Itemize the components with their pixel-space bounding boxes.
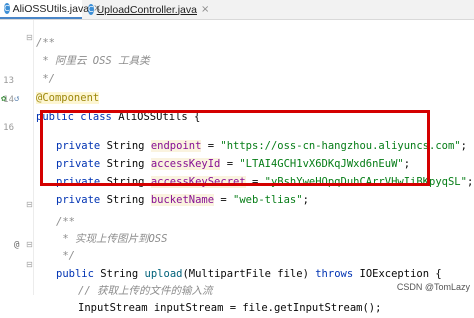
gutter-divider	[33, 20, 34, 295]
fold-marker-icon[interactable]: ⊟	[26, 33, 33, 42]
override-annotation-icon[interactable]: @	[14, 240, 19, 250]
code-line: InputStream inputStream = file.getInputS…	[78, 302, 382, 314]
fold-marker-icon[interactable]: ⊟	[26, 240, 33, 249]
close-icon[interactable]: ×	[201, 4, 209, 15]
fold-marker-icon[interactable]: ⊟	[26, 260, 33, 269]
java-class-icon: C	[88, 4, 94, 15]
tab-label: UploadController.java	[96, 3, 197, 16]
code-line-bucketname: private String bucketName = "web-tlias";	[56, 194, 309, 206]
line-number: 16	[3, 123, 14, 133]
code-line: * 阿里云 OSS 工具类	[36, 55, 150, 67]
line-number: 13	[3, 76, 14, 86]
editor-tab-bar: C AliOSSUtils.java × C UploadController.…	[0, 0, 474, 20]
navigate-icon[interactable]: ↺	[14, 94, 19, 104]
code-line: */	[36, 73, 55, 85]
tab-aliossutils[interactable]: C AliOSSUtils.java ×	[0, 0, 101, 19]
line-gutter: 13 14 16	[0, 20, 34, 295]
tab-label: AliOSSUtils.java	[12, 2, 90, 15]
fold-marker-icon[interactable]: ⊟	[26, 200, 33, 209]
java-class-icon: C	[4, 3, 10, 14]
code-line: @Component	[36, 92, 100, 104]
code-line: */	[56, 250, 75, 262]
spring-bean-icon[interactable]: ✿	[1, 94, 6, 104]
tab-uploadcontroller[interactable]: C UploadController.java ×	[84, 0, 209, 19]
code-line: /**	[36, 37, 55, 49]
highlight-box	[40, 110, 430, 186]
watermark: CSDN @TomLazy	[396, 282, 470, 292]
